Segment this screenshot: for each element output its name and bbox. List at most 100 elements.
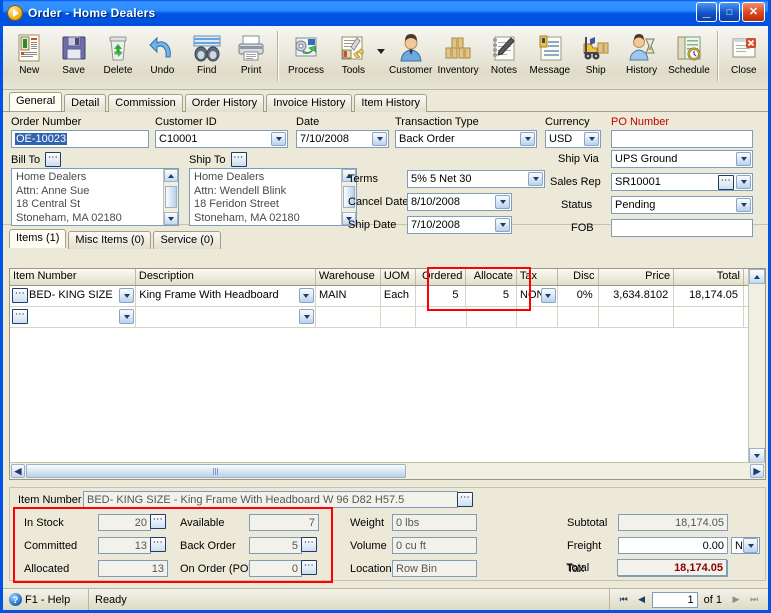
grid-cell-total[interactable] <box>674 307 744 327</box>
grid-cell-tax[interactable] <box>517 307 558 327</box>
grid-cell-description[interactable]: King Frame With Headboard <box>136 286 316 306</box>
chevron-down-icon[interactable] <box>372 132 387 146</box>
tools-dropdown-arrow[interactable] <box>377 48 386 54</box>
toolbar-ship-button[interactable]: Ship <box>574 29 618 76</box>
in-stock-lookup-button[interactable]: ⋯ <box>150 514 166 529</box>
chevron-down-icon[interactable] <box>495 218 510 232</box>
chevron-down-icon[interactable] <box>736 152 751 166</box>
grid-cell-uom[interactable] <box>381 307 417 327</box>
detail-item-lookup-button[interactable]: ⋯ <box>457 492 473 507</box>
fob-input[interactable] <box>611 219 753 237</box>
back-order-field[interactable]: 5 <box>249 537 302 554</box>
toolbar-find-button[interactable]: Find <box>185 29 229 76</box>
on-order-po-field[interactable]: 0 <box>249 560 302 577</box>
tab-item-history[interactable]: Item History <box>354 94 428 112</box>
toolbar-message-button[interactable]: Message <box>526 29 573 76</box>
grid-horizontal-scrollbar[interactable]: ◀ ▶ <box>10 462 765 479</box>
grid-cell-price[interactable]: 3,634.8102 <box>598 286 675 306</box>
chevron-down-icon[interactable] <box>528 172 543 186</box>
grid-cell-ordered[interactable] <box>416 307 467 327</box>
grid-col-tax[interactable]: Tax <box>517 269 558 285</box>
ship-to-lookup-button[interactable]: ⋯ <box>230 152 247 167</box>
grid-cell-disc[interactable]: 0% <box>557 286 599 306</box>
grid-vertical-scrollbar[interactable] <box>748 269 765 463</box>
chevron-down-icon[interactable] <box>119 288 135 303</box>
terms-combo[interactable]: 5% 5 Net 30 <box>407 170 545 188</box>
toolbar-history-button[interactable]: History <box>618 29 665 76</box>
nav-prev-button[interactable]: ◀ <box>634 592 650 607</box>
status-combo[interactable]: Pending <box>611 196 753 214</box>
currency-combo[interactable]: USD <box>545 130 601 148</box>
grid-cell-description[interactable] <box>136 307 317 327</box>
sales-rep-lookup-button[interactable]: ⋯ <box>718 175 734 190</box>
scroll-down-icon[interactable] <box>164 212 178 225</box>
location-field[interactable]: Row Bin <box>392 560 477 577</box>
chevron-down-icon[interactable] <box>736 175 751 189</box>
tab-items[interactable]: Items (1) <box>9 229 67 248</box>
toolbar-delete-button[interactable]: Delete <box>96 29 140 76</box>
nav-next-button[interactable]: ▶ <box>728 592 744 607</box>
ship-to-address-box[interactable]: Home Dealers Attn: Wendell Blink 18 Feri… <box>189 168 357 226</box>
scrollbar-thumb[interactable] <box>26 464 406 478</box>
grid-cell-item-number[interactable]: ⋯ <box>10 307 137 327</box>
grid-cell-disc[interactable] <box>557 307 599 327</box>
toolbar-customer-button[interactable]: Customer <box>387 29 434 76</box>
grid-cell-total[interactable]: 18,174.05 <box>674 286 744 306</box>
tab-general[interactable]: General <box>9 92 63 111</box>
freight-field[interactable]: 0.00 <box>618 537 728 554</box>
chevron-down-icon[interactable] <box>299 309 315 324</box>
customer-id-combo[interactable]: C10001 <box>155 130 288 148</box>
detail-item-number-field[interactable]: BED- KING SIZE - King Frame With Headboa… <box>83 491 458 508</box>
weight-field[interactable]: 0 lbs <box>392 514 477 531</box>
grid-cell-allocate[interactable] <box>466 307 518 327</box>
grid-col-total[interactable]: Total <box>674 269 744 285</box>
close-button[interactable]: ✕ <box>742 2 765 22</box>
help-cell[interactable]: ? F1 - Help <box>3 589 89 610</box>
grid-col-ordered[interactable]: Ordered <box>416 269 467 285</box>
toolbar-save-button[interactable]: Save <box>51 29 95 76</box>
on-order-po-lookup-button[interactable]: ⋯ <box>301 560 317 575</box>
grid-col-allocate[interactable]: Allocate <box>466 269 517 285</box>
committed-field[interactable]: 13 <box>98 537 151 554</box>
grid-col-item-number[interactable]: Item Number <box>10 269 136 285</box>
table-row[interactable]: ⋯ <box>10 307 751 328</box>
chevron-down-icon[interactable] <box>743 538 758 553</box>
nav-last-button[interactable]: ⏭ <box>746 592 762 607</box>
date-picker[interactable]: 7/10/2008 <box>296 130 389 148</box>
grid-cell-ordered[interactable]: 5 <box>415 286 467 306</box>
maximize-button[interactable]: □ <box>719 2 740 22</box>
tab-invoice-history[interactable]: Invoice History <box>266 94 353 112</box>
bill-to-scrollbar[interactable] <box>163 169 178 225</box>
sales-rep-combo[interactable]: SR10001 ⋯ <box>611 173 753 191</box>
toolbar-new-button[interactable]: New <box>7 29 51 76</box>
scroll-right-icon[interactable]: ▶ <box>750 464 764 478</box>
grid-cell-allocate[interactable]: 5 <box>466 286 517 306</box>
nav-first-button[interactable]: ⏮ <box>616 592 632 607</box>
in-stock-field[interactable]: 20 <box>98 514 151 531</box>
grid-col-uom[interactable]: UOM <box>381 269 416 285</box>
grid-col-warehouse[interactable]: Warehouse <box>316 269 381 285</box>
item-lookup-button[interactable]: ⋯ <box>12 309 28 324</box>
chevron-down-icon[interactable] <box>584 132 599 146</box>
bill-to-lookup-button[interactable]: ⋯ <box>45 152 62 167</box>
scroll-left-icon[interactable]: ◀ <box>11 464 25 478</box>
minimize-button[interactable]: _ <box>696 2 717 22</box>
transaction-type-combo[interactable]: Back Order <box>395 130 537 148</box>
toolbar-undo-button[interactable]: Undo <box>140 29 184 76</box>
volume-field[interactable]: 0 cu ft <box>392 537 477 554</box>
cancel-date-picker[interactable]: 8/10/2008 <box>407 193 512 211</box>
toolbar-print-button[interactable]: Print <box>229 29 273 76</box>
order-number-input[interactable]: OE-10023 <box>11 130 149 148</box>
grid-col-price[interactable]: Price <box>599 269 675 285</box>
page-number-input[interactable]: 1 <box>651 591 698 608</box>
grid-cell-warehouse[interactable] <box>316 307 382 327</box>
tab-service[interactable]: Service (0) <box>153 231 221 249</box>
freight-taxable-combo[interactable]: N <box>731 537 760 554</box>
scroll-up-icon[interactable] <box>749 269 765 284</box>
grid-cell-uom[interactable]: Each <box>380 286 416 306</box>
grid-cell-tax[interactable]: NON <box>517 286 558 306</box>
po-number-input[interactable] <box>611 130 753 148</box>
back-order-lookup-button[interactable]: ⋯ <box>301 537 317 552</box>
chevron-down-icon[interactable] <box>119 309 135 324</box>
toolbar-inventory-button[interactable]: Inventory <box>434 29 481 76</box>
